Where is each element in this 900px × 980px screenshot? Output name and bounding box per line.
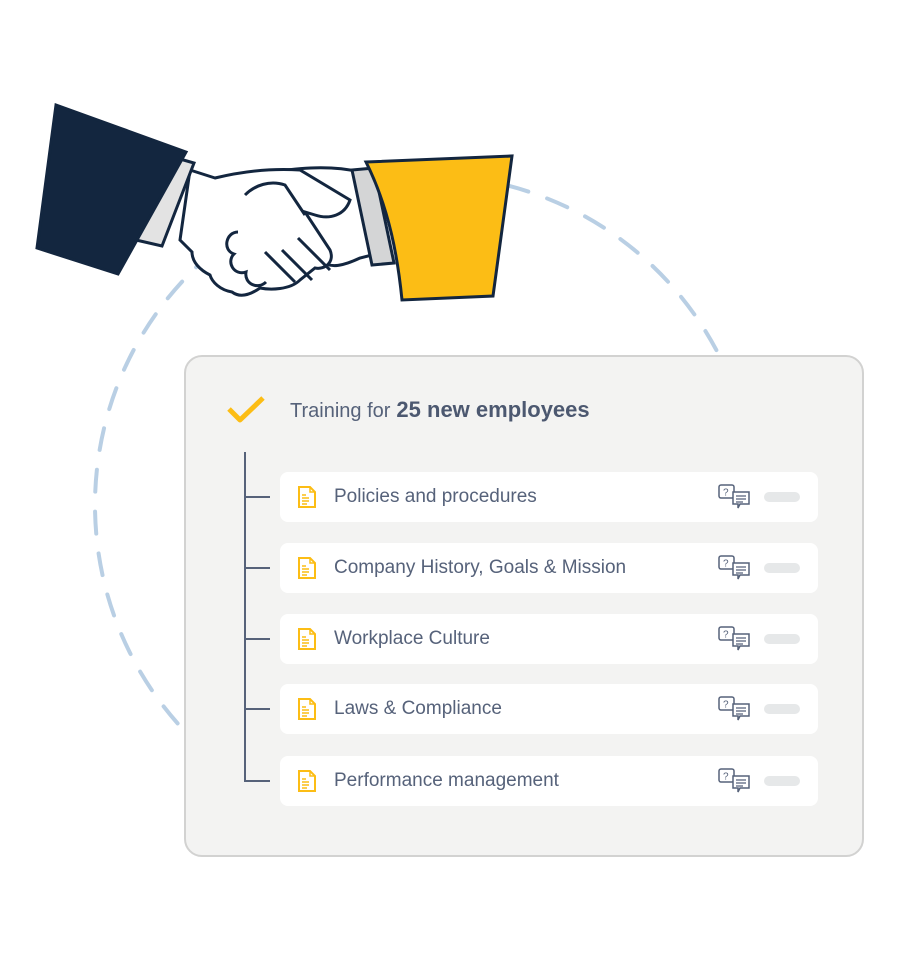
left-sleeve xyxy=(35,102,189,276)
status-pill xyxy=(764,634,800,644)
document-icon xyxy=(298,557,316,579)
svg-text:?: ? xyxy=(723,559,729,570)
tree-trunk xyxy=(244,452,246,782)
svg-text:?: ? xyxy=(723,700,729,711)
document-icon xyxy=(298,698,316,720)
tree-branch xyxy=(244,708,270,710)
status-pill xyxy=(764,704,800,714)
document-icon xyxy=(298,628,316,650)
list-item[interactable]: Performance management ? xyxy=(244,756,818,806)
tree-branch xyxy=(244,496,270,498)
qa-chat-icon[interactable]: ? xyxy=(718,768,752,794)
status-pill xyxy=(764,563,800,573)
training-card: Training for 25 new employees Policies an… xyxy=(184,355,864,857)
status-pill xyxy=(764,776,800,786)
tree-branch xyxy=(244,780,270,782)
item-label: Policies and procedures xyxy=(334,486,537,507)
card-header: Training for 25 new employees xyxy=(226,395,590,425)
item-label: Workplace Culture xyxy=(334,628,490,649)
qa-chat-icon[interactable]: ? xyxy=(718,626,752,652)
list-item[interactable]: Policies and procedures ? xyxy=(244,472,818,522)
card-title: Training for 25 new employees xyxy=(290,397,590,423)
qa-chat-icon[interactable]: ? xyxy=(718,555,752,581)
svg-text:?: ? xyxy=(723,488,729,499)
document-icon xyxy=(298,486,316,508)
item-label: Laws & Compliance xyxy=(334,698,502,719)
list-item[interactable]: Laws & Compliance ? xyxy=(244,684,818,734)
item-label: Company History, Goals & Mission xyxy=(334,557,627,578)
document-icon xyxy=(298,770,316,792)
svg-text:?: ? xyxy=(723,772,729,783)
title-highlight: 25 new employees xyxy=(396,397,590,422)
qa-chat-icon[interactable]: ? xyxy=(718,696,752,722)
list-item[interactable]: Workplace Culture ? xyxy=(244,614,818,664)
item-label: Performance management xyxy=(334,770,559,791)
qa-chat-icon[interactable]: ? xyxy=(718,484,752,510)
tree-branch xyxy=(244,638,270,640)
svg-text:?: ? xyxy=(723,630,729,641)
title-prefix: Training for xyxy=(290,400,391,422)
tree-branch xyxy=(244,567,270,569)
checkmark-icon xyxy=(227,396,265,423)
list-item[interactable]: Company History, Goals & Mission ? xyxy=(244,543,818,593)
status-pill xyxy=(764,492,800,502)
